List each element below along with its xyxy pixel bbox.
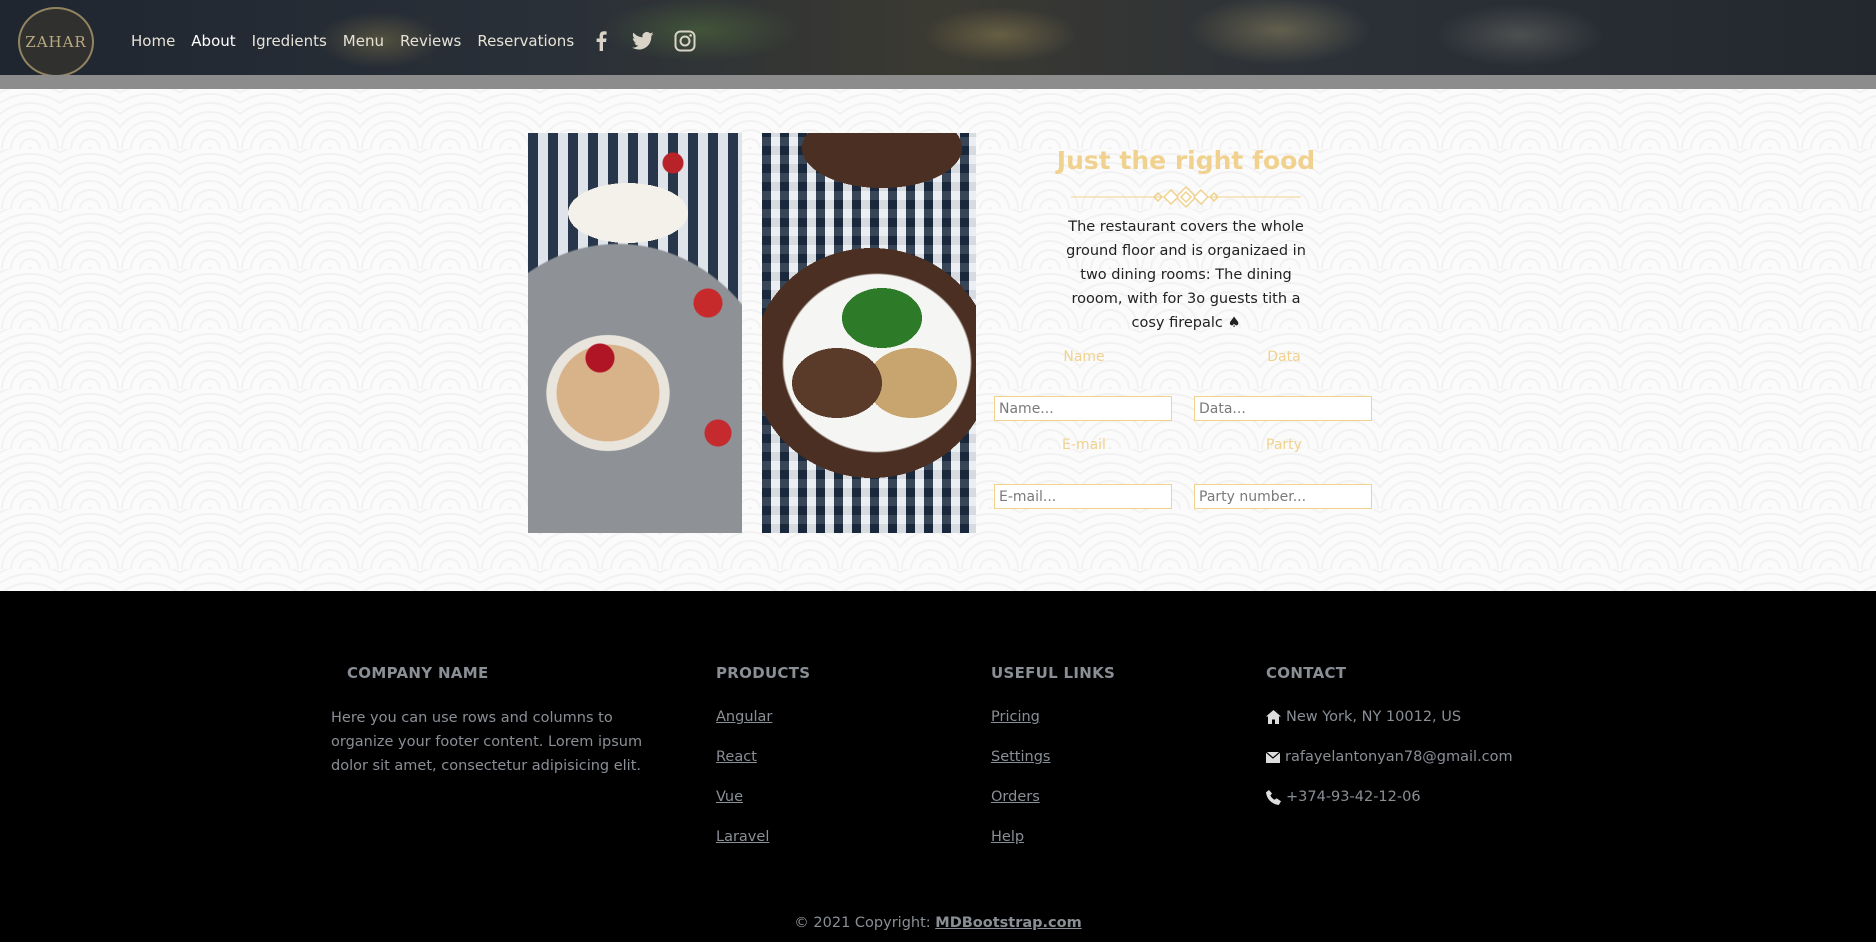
- nav-ingredients[interactable]: Igredients: [252, 32, 327, 50]
- name-input[interactable]: [994, 396, 1172, 421]
- email-input[interactable]: [994, 484, 1172, 509]
- footer: COMPANY NAME Here you can use rows and c…: [0, 591, 1876, 942]
- twitter-icon[interactable]: [632, 30, 654, 52]
- link-settings[interactable]: Settings: [991, 749, 1050, 765]
- email-label: E-mail: [1062, 437, 1106, 453]
- nav-reviews[interactable]: Reviews: [400, 32, 461, 50]
- company-heading: COMPANY NAME: [347, 664, 489, 682]
- phone-icon: [1266, 789, 1281, 805]
- copyright-link[interactable]: MDBootstrap.com: [935, 915, 1081, 931]
- copyright: © 2021 Copyright: MDBootstrap.com: [0, 915, 1876, 931]
- contact-address: New York, NY 10012, US: [1266, 709, 1461, 725]
- contact-email: rafayelantonyan78@gmail.com: [1266, 749, 1513, 765]
- copyright-text: © 2021 Copyright:: [794, 915, 931, 931]
- link-orders[interactable]: Orders: [991, 789, 1040, 805]
- contact-phone: +374-93-42-12-06: [1266, 789, 1421, 805]
- useful-links-heading: USEFUL LINKS: [991, 664, 1116, 682]
- dessert-photo: [528, 133, 742, 533]
- contact-address-text: New York, NY 10012, US: [1286, 709, 1462, 725]
- name-label: Name: [1063, 349, 1105, 365]
- facebook-icon[interactable]: [590, 30, 612, 52]
- products-heading: PRODUCTS: [716, 664, 811, 682]
- link-react[interactable]: React: [716, 749, 757, 765]
- about-info: Just the right food The restaurant cover…: [994, 133, 1378, 335]
- about-description: The restaurant covers the whole ground f…: [1066, 219, 1306, 331]
- party-input[interactable]: [1194, 484, 1372, 509]
- home-icon: [1266, 710, 1281, 724]
- link-vue[interactable]: Vue: [716, 789, 743, 805]
- company-text: Here you can use rows and columns to org…: [331, 710, 643, 774]
- nav-about[interactable]: About: [191, 32, 235, 50]
- nav-reservations[interactable]: Reservations: [477, 32, 574, 50]
- main-dish-photo: [762, 133, 976, 533]
- data-input[interactable]: [1194, 396, 1372, 421]
- hero-header: ZAHAR Home About Igredients Menu Reviews…: [0, 0, 1876, 77]
- contact-phone-text: +374-93-42-12-06: [1286, 789, 1421, 805]
- instagram-icon[interactable]: [674, 30, 696, 52]
- party-label: Party: [1266, 437, 1302, 453]
- contact-email-text: rafayelantonyan78@gmail.com: [1285, 749, 1513, 765]
- link-laravel[interactable]: Laravel: [716, 829, 769, 845]
- nav-menu[interactable]: Menu: [343, 32, 384, 50]
- about-title: Just the right food: [1056, 146, 1316, 175]
- contact-heading: CONTACT: [1266, 664, 1347, 682]
- main-nav: Home About Igredients Menu Reviews Reser…: [131, 30, 716, 52]
- link-pricing[interactable]: Pricing: [991, 709, 1040, 725]
- data-label: Data: [1267, 349, 1301, 365]
- logo[interactable]: ZAHAR: [18, 7, 94, 77]
- logo-text: ZAHAR: [25, 33, 87, 51]
- nav-home[interactable]: Home: [131, 32, 175, 50]
- ornament-divider-icon: [1071, 185, 1301, 209]
- link-angular[interactable]: Angular: [716, 709, 772, 725]
- envelope-icon: [1266, 751, 1280, 763]
- header-divider: [0, 75, 1876, 89]
- link-help[interactable]: Help: [991, 829, 1024, 845]
